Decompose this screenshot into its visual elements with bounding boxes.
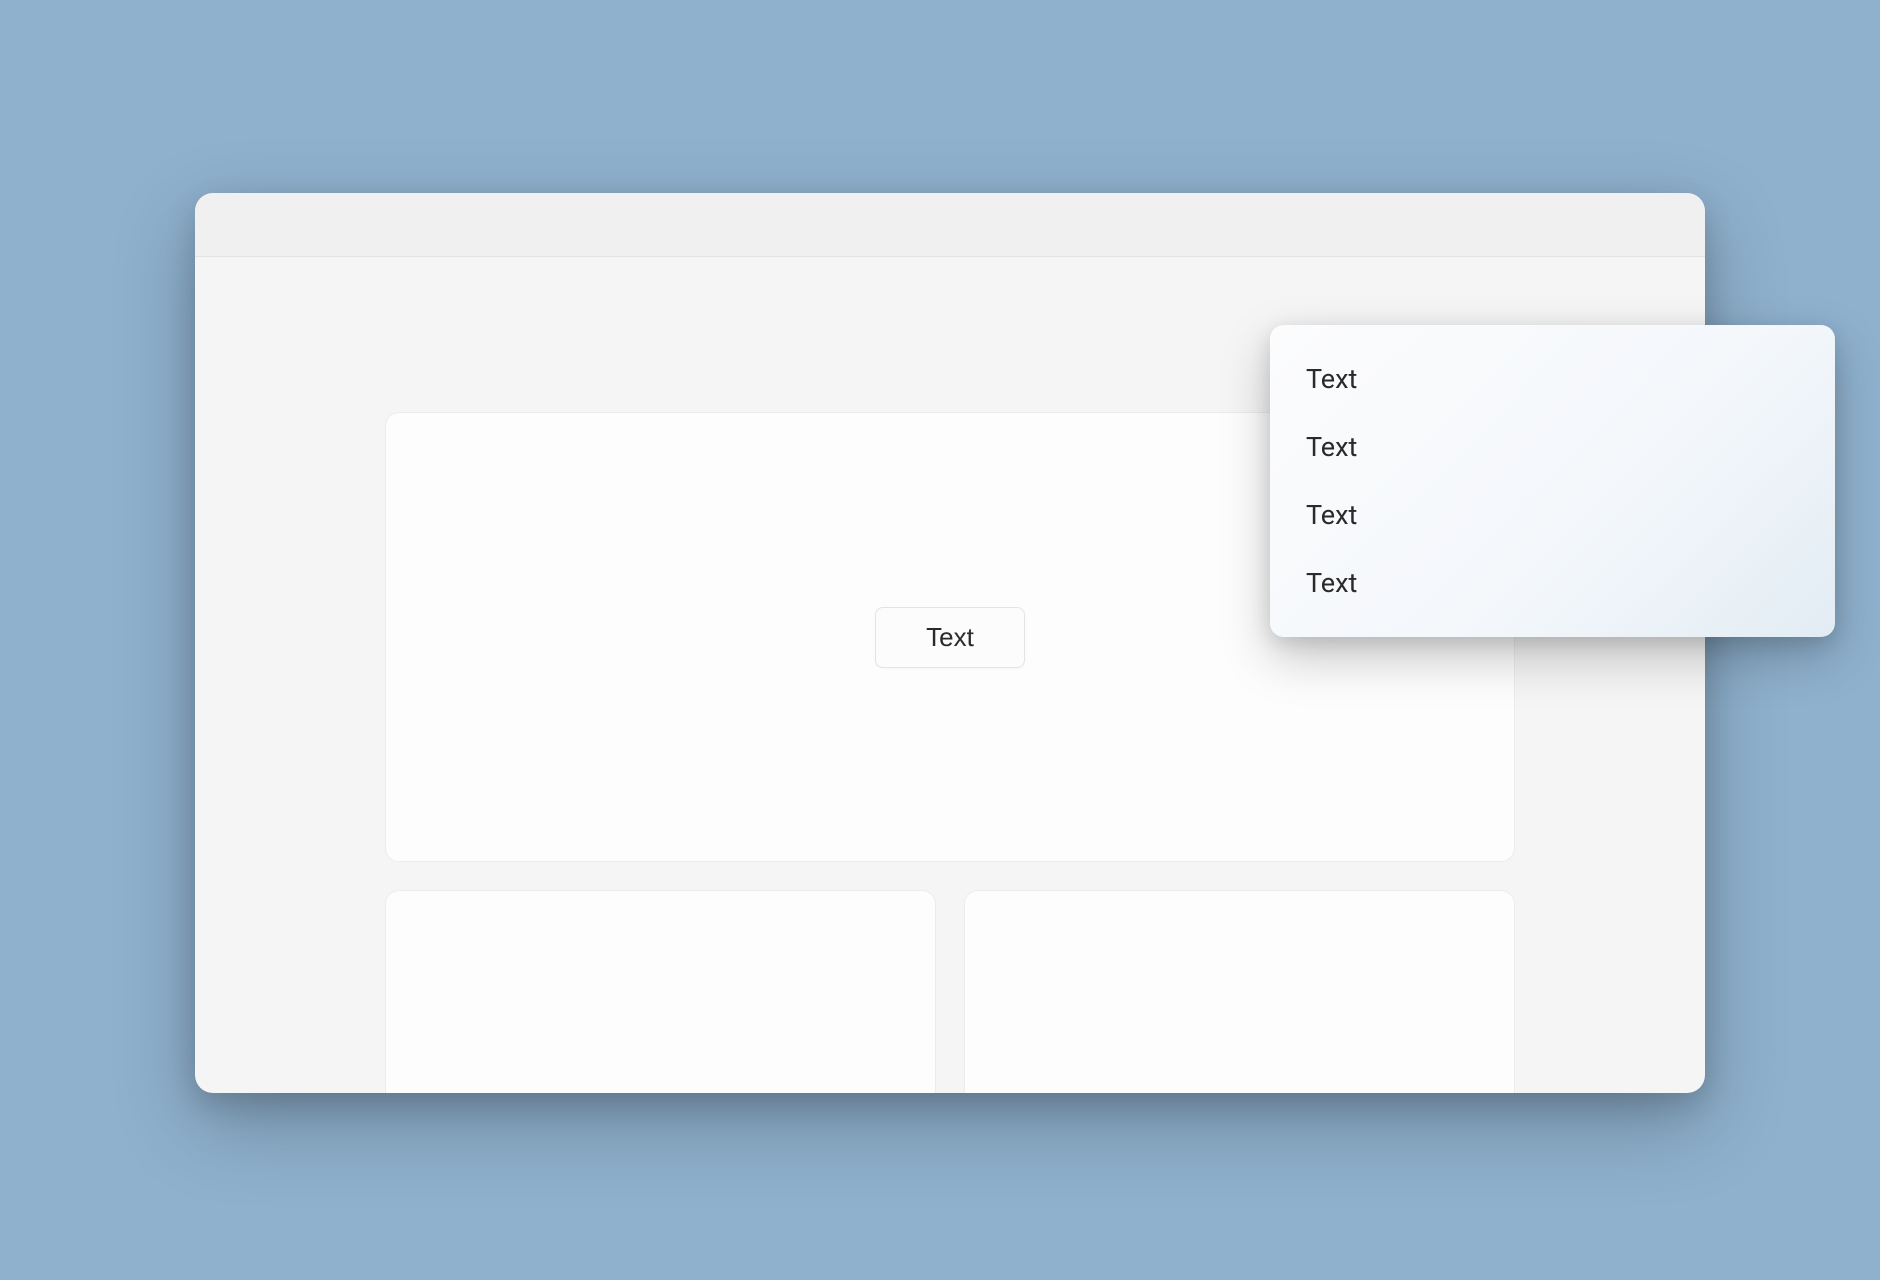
dropdown-item-0[interactable]: Text bbox=[1270, 345, 1835, 413]
card-row bbox=[385, 890, 1515, 1093]
text-button[interactable]: Text bbox=[875, 607, 1025, 668]
dropdown-menu: Text Text Text Text bbox=[1270, 325, 1835, 637]
dropdown-item-3[interactable]: Text bbox=[1270, 549, 1835, 617]
dropdown-item-1[interactable]: Text bbox=[1270, 413, 1835, 481]
dropdown-item-2[interactable]: Text bbox=[1270, 481, 1835, 549]
card-small-left bbox=[385, 890, 936, 1093]
titlebar bbox=[195, 193, 1705, 257]
card-small-right bbox=[964, 890, 1515, 1093]
